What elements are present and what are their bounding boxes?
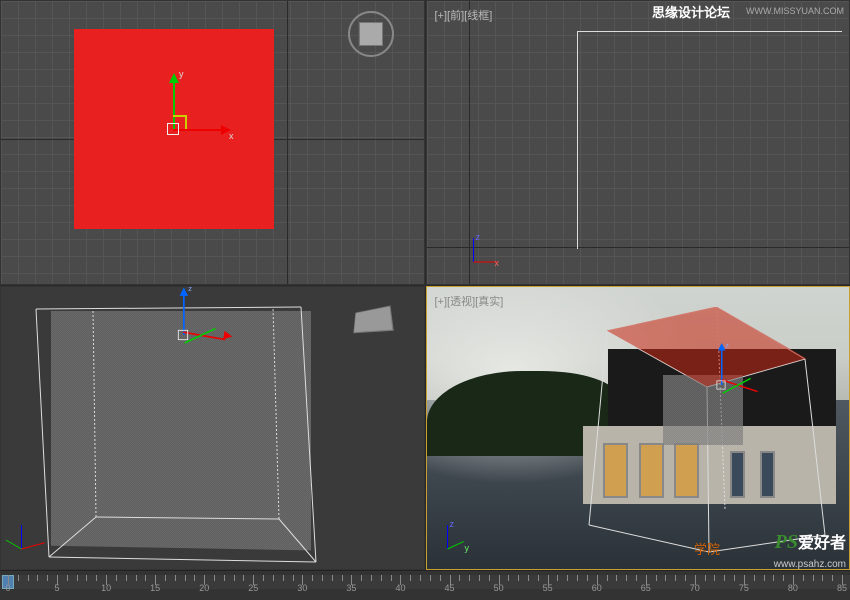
box-shaded-face <box>51 311 311 551</box>
mini-z-label: z <box>476 232 481 242</box>
tick-label: 60 <box>592 583 602 593</box>
axis-label-z: z <box>725 341 728 349</box>
tick-label: 85 <box>837 583 847 593</box>
mini-x-label: x <box>495 258 500 268</box>
watermark-academy: 学院 <box>694 539 720 558</box>
gizmo-x-arrow[interactable] <box>223 330 233 340</box>
tick-label: 30 <box>297 583 307 593</box>
mini-x <box>21 542 44 549</box>
tick-label: 35 <box>346 583 356 593</box>
mini-z <box>447 525 448 549</box>
window <box>760 451 775 498</box>
viewport-left[interactable]: z <box>0 286 425 571</box>
viewport-front[interactable]: z x [+][前][线框] <box>426 0 850 285</box>
axis-label-y: y <box>179 69 184 79</box>
gizmo-z-axis[interactable] <box>183 292 185 335</box>
mini-z <box>21 525 22 549</box>
viewport-grid: x y z x [+][前][线框] <box>0 0 850 570</box>
tick-label: 70 <box>690 583 700 593</box>
tick-label: 5 <box>55 583 60 593</box>
window <box>730 451 745 498</box>
window <box>603 443 628 497</box>
tick-label: 50 <box>494 583 504 593</box>
window <box>639 443 664 497</box>
logo-url: www.psahz.com <box>774 559 846 570</box>
window <box>674 443 699 497</box>
tick-label: 0 <box>5 583 10 593</box>
mini-x <box>473 261 497 262</box>
tick-label: 55 <box>543 583 553 593</box>
viewcube-ring[interactable] <box>348 11 394 57</box>
tick-label: 45 <box>445 583 455 593</box>
gizmo-center[interactable] <box>167 123 179 135</box>
mini-y <box>6 540 22 550</box>
viewport-top[interactable]: x y <box>0 0 425 285</box>
tick-label: 20 <box>199 583 209 593</box>
axis-vertical <box>287 1 288 284</box>
mini-z <box>473 238 474 262</box>
viewcube[interactable] <box>348 297 394 343</box>
tick-label: 65 <box>641 583 651 593</box>
tick-label: 25 <box>248 583 258 593</box>
tick-label: 15 <box>150 583 160 593</box>
viewcube-persp[interactable] <box>353 305 393 333</box>
viewport-label[interactable]: [+][前][线框] <box>435 7 493 23</box>
mini-z-label: z <box>450 519 455 529</box>
watermark-forum: 思缘设计论坛 <box>652 2 730 21</box>
viewcube-face[interactable] <box>359 22 383 46</box>
tick-label: 80 <box>788 583 798 593</box>
logo-text: 爱好者 <box>798 535 846 552</box>
gizmo-x-axis[interactable] <box>173 129 223 131</box>
gizmo-z-arrow[interactable] <box>180 287 189 296</box>
tick-label: 40 <box>395 583 405 593</box>
tick-label: 10 <box>101 583 111 593</box>
axis-vertical <box>469 1 470 284</box>
gizmo-z-arrow[interactable] <box>718 343 726 351</box>
viewcube[interactable] <box>348 11 394 57</box>
axis-label-x: x <box>229 131 234 141</box>
box-wireframe-front[interactable] <box>577 31 842 249</box>
mini-y-label: y <box>465 543 470 553</box>
tick-label: 75 <box>739 583 749 593</box>
watermark-domain: WWW.MISSYUAN.COM <box>746 6 844 16</box>
gizmo-y-arrow[interactable] <box>169 73 179 83</box>
watermark-logo: PS爱好者 www.psahz.com <box>774 529 846 572</box>
timeline[interactable]: 0 5 10 15 20 25 30 35 40 45 50 55 60 65 70 75 80 85 <box>0 570 850 600</box>
box-front-face[interactable] <box>663 375 743 445</box>
viewport-perspective[interactable]: z z y [+][透视][真实] <box>426 286 850 571</box>
viewport-label[interactable]: [+][透视][真实] <box>435 293 504 309</box>
gizmo-center[interactable] <box>716 380 725 389</box>
logo-ps: PS <box>775 531 798 553</box>
gizmo-center[interactable] <box>178 329 188 339</box>
timeline-track[interactable] <box>0 575 850 589</box>
axis-label-z: z <box>188 286 192 293</box>
